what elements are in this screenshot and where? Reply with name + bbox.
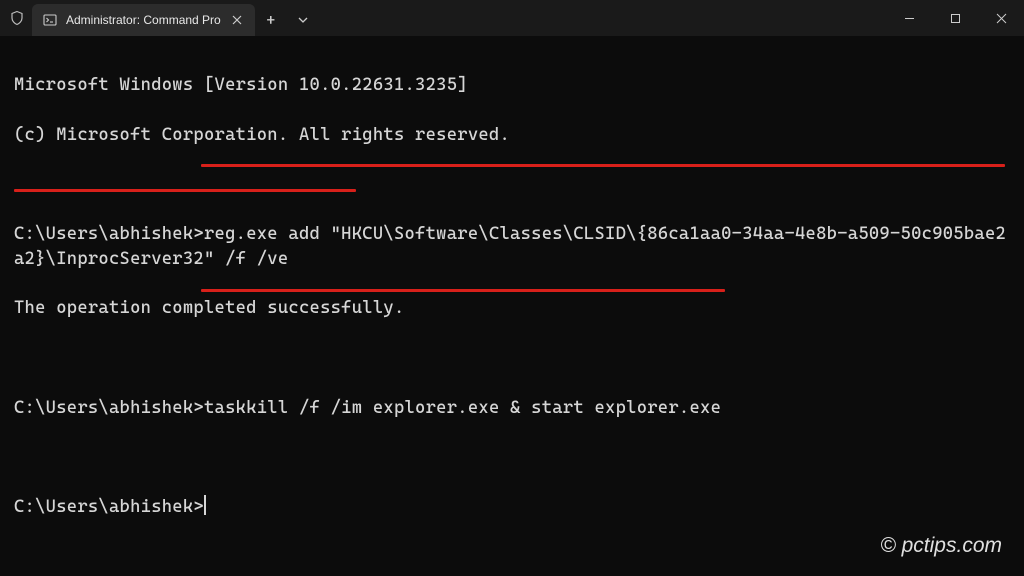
tab-title: Administrator: Command Pro xyxy=(66,13,221,27)
current-prompt-line: C:\Users\abhishek> xyxy=(14,495,1010,520)
titlebar-left xyxy=(0,0,26,36)
terminal-output[interactable]: Microsoft Windows [Version 10.0.22631.32… xyxy=(0,36,1024,576)
window-controls xyxy=(886,0,1024,36)
command-line-2: C:\Users\abhishek>taskkill /f /im explor… xyxy=(14,396,1010,421)
window-titlebar: Administrator: Command Pro + xyxy=(0,0,1024,36)
prompt: C:\Users\abhishek> xyxy=(14,497,204,517)
tab-command-prompt[interactable]: Administrator: Command Pro xyxy=(32,4,255,36)
prompt: C:\Users\abhishek> xyxy=(14,224,204,244)
command-2: taskkill /f /im explorer.exe & start exp… xyxy=(204,398,721,418)
titlebar-drag-region[interactable] xyxy=(319,0,886,36)
banner-line-1: Microsoft Windows [Version 10.0.22631.32… xyxy=(14,73,1010,98)
tab-dropdown-button[interactable] xyxy=(287,4,319,36)
prompt: C:\Users\abhishek> xyxy=(14,398,204,418)
result-line-1: The operation completed successfully. xyxy=(14,296,1010,321)
minimize-button[interactable] xyxy=(886,0,932,36)
cursor xyxy=(204,495,206,515)
terminal-icon xyxy=(42,12,58,28)
new-tab-button[interactable]: + xyxy=(255,4,287,36)
maximize-button[interactable] xyxy=(932,0,978,36)
close-window-button[interactable] xyxy=(978,0,1024,36)
banner-line-2: (c) Microsoft Corporation. All rights re… xyxy=(14,123,1010,148)
shield-icon xyxy=(8,9,26,27)
close-tab-button[interactable] xyxy=(229,12,245,28)
watermark: © pctips.com xyxy=(880,534,1002,558)
command-line-1: C:\Users\abhishek>reg.exe add "HKCU\Soft… xyxy=(14,222,1010,272)
